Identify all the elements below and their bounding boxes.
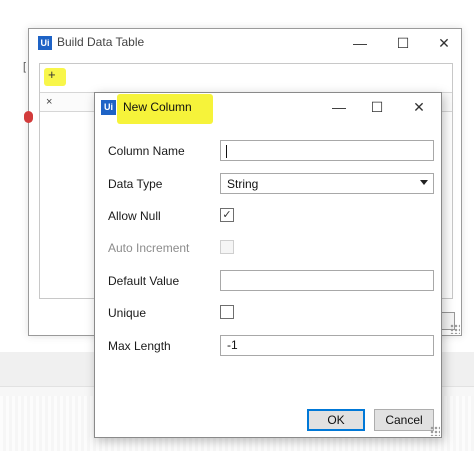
text-caret <box>226 145 227 158</box>
default-value-input[interactable] <box>220 270 434 291</box>
max-length-input[interactable]: -1 <box>220 335 434 356</box>
max-length-label: Max Length <box>108 339 171 353</box>
ok-button[interactable]: OK <box>307 409 365 431</box>
delete-column-icon[interactable]: × <box>46 96 52 108</box>
data-type-select[interactable]: String <box>220 173 434 194</box>
grid-toolbar: + <box>40 64 452 90</box>
default-value-label: Default Value <box>108 274 180 288</box>
titlebar: Ui New Column — ☐ ✕ <box>95 93 441 124</box>
uipath-logo-icon: Ui <box>38 36 52 50</box>
minimize-button[interactable]: — <box>319 93 359 121</box>
cancel-button[interactable]: Cancel <box>374 409 434 431</box>
unique-label: Unique <box>108 306 147 320</box>
add-column-button[interactable]: + <box>48 67 56 82</box>
window-title: Build Data Table <box>57 35 145 49</box>
uipath-logo-icon: Ui <box>101 100 116 115</box>
unique-checkbox[interactable] <box>220 305 234 319</box>
error-indicator-icon <box>24 111 33 123</box>
tab-stub: [ <box>23 61 27 73</box>
data-type-value: String <box>227 177 259 191</box>
dropdown-arrow-icon <box>420 180 428 185</box>
maximize-button[interactable]: ☐ <box>383 29 423 57</box>
titlebar: Ui Build Data Table — ☐ ✕ <box>29 29 461 59</box>
maximize-button[interactable]: ☐ <box>357 93 397 121</box>
resize-grip-icon[interactable] <box>430 426 440 436</box>
allow-null-checkbox[interactable]: ✓ <box>220 208 234 222</box>
dialog-title: New Column <box>123 100 192 114</box>
column-name-label: Column Name <box>108 144 185 158</box>
close-button[interactable]: ✕ <box>424 29 464 57</box>
new-column-dialog: Ui New Column — ☐ ✕ Column Name Data Typ… <box>94 92 442 438</box>
auto-increment-label: Auto Increment <box>108 241 190 255</box>
data-type-label: Data Type <box>108 177 163 191</box>
column-name-input[interactable] <box>220 140 434 161</box>
minimize-button[interactable]: — <box>340 29 380 57</box>
auto-increment-checkbox <box>220 240 234 254</box>
allow-null-label: Allow Null <box>108 209 161 223</box>
close-button[interactable]: ✕ <box>399 93 439 121</box>
resize-grip-icon[interactable] <box>450 324 460 334</box>
